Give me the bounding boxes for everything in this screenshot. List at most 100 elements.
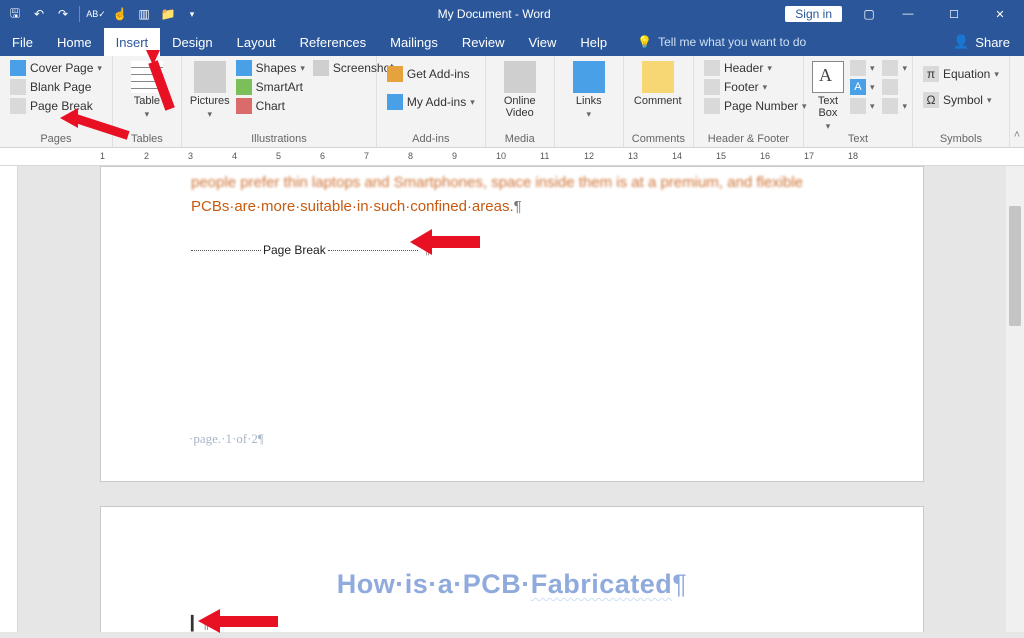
lightbulb-icon: 💡 [637,35,652,49]
screenshot-icon [313,60,329,76]
textbox-icon: A [812,61,844,93]
undo-icon[interactable]: ↶ [28,3,50,25]
table-button[interactable]: Table [121,59,173,120]
tab-mailings[interactable]: Mailings [378,28,450,56]
object-button[interactable] [880,97,909,115]
cover-page-button[interactable]: Cover Page [8,59,104,77]
chart-icon [236,98,252,114]
page-1[interactable]: people prefer thin laptops and Smartphon… [100,166,924,482]
tell-me-search[interactable]: 💡 Tell me what you want to do [619,28,806,56]
group-label-text: Text [812,133,904,147]
footer-button[interactable]: Footer [702,78,809,96]
pictures-button[interactable]: Pictures [190,59,230,120]
tab-layout[interactable]: Layout [225,28,288,56]
page-break-button[interactable]: Page Break [8,97,104,115]
sign-in-button[interactable]: Sign in [785,6,842,22]
header-button[interactable]: Header [702,59,809,77]
my-addins-icon [387,94,403,110]
qat-separator [79,6,80,22]
quickparts-icon [850,60,866,76]
table-icon [131,61,163,93]
maximize-button[interactable]: ☐ [932,0,976,28]
datetime-button[interactable] [880,78,909,96]
scrollbar-thumb[interactable] [1009,206,1021,326]
group-links: Links [555,56,624,147]
shapes-button[interactable]: Shapes [234,59,307,77]
qat-customize-icon[interactable]: ▾ [181,3,203,25]
textbox-button[interactable]: AText Box [812,59,844,132]
footer-label: Footer [724,80,759,94]
quick-access-toolbar: 🖫 ↶ ↷ AB✓ ☝ ▥ 📁 ▾ [0,3,203,25]
tab-view[interactable]: View [516,28,568,56]
video-icon [504,61,536,93]
group-label-addins: Add-ins [385,133,477,147]
page-break-marker[interactable]: Page Break ¶ [191,243,491,257]
page-break-label: Page Break [30,99,93,113]
dropcap-button[interactable] [848,97,877,115]
quickparts-button[interactable] [848,59,877,77]
page-2[interactable]: How·is·a·PCB·Fabricated¶ ▎¶ [100,506,924,632]
signature-icon [882,60,898,76]
body-line1: people prefer thin laptops and Smartphon… [191,174,803,191]
equation-button[interactable]: πEquation [921,65,1001,83]
redo-icon[interactable]: ↷ [52,3,74,25]
page-footer-field[interactable]: ·page.·1·of·2¶ [189,431,264,447]
signature-button[interactable] [880,59,909,77]
online-video-button[interactable]: Online Video [494,59,546,119]
close-button[interactable]: ✕ [978,0,1022,28]
get-addins-button[interactable]: Get Add-ins [385,65,477,83]
vertical-scrollbar[interactable] [1006,166,1024,632]
chart-button[interactable]: Chart [234,97,307,115]
links-button[interactable]: Links [563,59,615,120]
tab-file[interactable]: File [0,28,45,56]
group-label-tables: Tables [121,133,173,147]
symbol-button[interactable]: ΩSymbol [921,91,1001,109]
ribbon-display-icon[interactable]: ▢ [854,0,884,28]
body-text[interactable]: people prefer thin laptops and Smartphon… [191,171,833,219]
tab-help[interactable]: Help [568,28,619,56]
tab-insert[interactable]: Insert [104,28,161,56]
heading-part1: How·is·a·PCB· [337,569,531,599]
page-break-label: Page Break [261,243,328,257]
page-number-button[interactable]: Page Number [702,97,809,115]
smartart-button[interactable]: SmartArt [234,78,307,96]
share-label: Share [975,35,1010,50]
page-number-label: Page Number [724,99,798,113]
tab-home[interactable]: Home [45,28,104,56]
vertical-ruler[interactable] [0,166,18,632]
tab-design[interactable]: Design [160,28,224,56]
dotted-line [191,250,261,251]
cursor-paragraph[interactable]: ▎¶ [191,615,209,632]
pilcrow-icon: ¶ [672,569,687,599]
dotted-line [328,250,418,251]
comment-button[interactable]: Comment [632,59,684,107]
minimize-button[interactable]: — [886,0,930,28]
openfile-icon[interactable]: 📁 [157,3,179,25]
group-addins: Get Add-ins My Add-ins Add-ins [377,56,486,147]
tab-references[interactable]: References [288,28,378,56]
collapse-ribbon-button[interactable]: ˄ [1010,56,1024,147]
save-icon[interactable]: 🖫 [4,3,26,25]
group-symbols: πEquation ΩSymbol Symbols [913,56,1010,147]
page-number-icon [704,98,720,114]
share-button[interactable]: 👤 Share [939,28,1024,56]
window-controls: Sign in ▢ — ☐ ✕ [785,0,1024,28]
my-addins-button[interactable]: My Add-ins [385,93,477,111]
spellcheck-icon[interactable]: AB✓ [85,3,107,25]
store-icon [387,66,403,82]
document-canvas[interactable]: people prefer thin laptops and Smartphon… [18,166,1006,632]
heading-text[interactable]: How·is·a·PCB·Fabricated¶ [101,569,923,600]
horizontal-ruler[interactable]: 123456789101112131415161718 [0,148,1024,166]
shapes-icon [236,60,252,76]
tab-review[interactable]: Review [450,28,517,56]
group-label-media: Media [494,133,546,147]
quickprint-icon[interactable]: ▥ [133,3,155,25]
textbox-label: Text Box [818,95,838,119]
page-break-icon [10,98,26,114]
touch-mode-icon[interactable]: ☝ [109,3,131,25]
blank-page-icon [10,79,26,95]
comment-icon [642,61,674,93]
wordart-button[interactable]: A [848,78,877,96]
group-label-illustrations: Illustrations [190,133,368,147]
blank-page-button[interactable]: Blank Page [8,78,104,96]
